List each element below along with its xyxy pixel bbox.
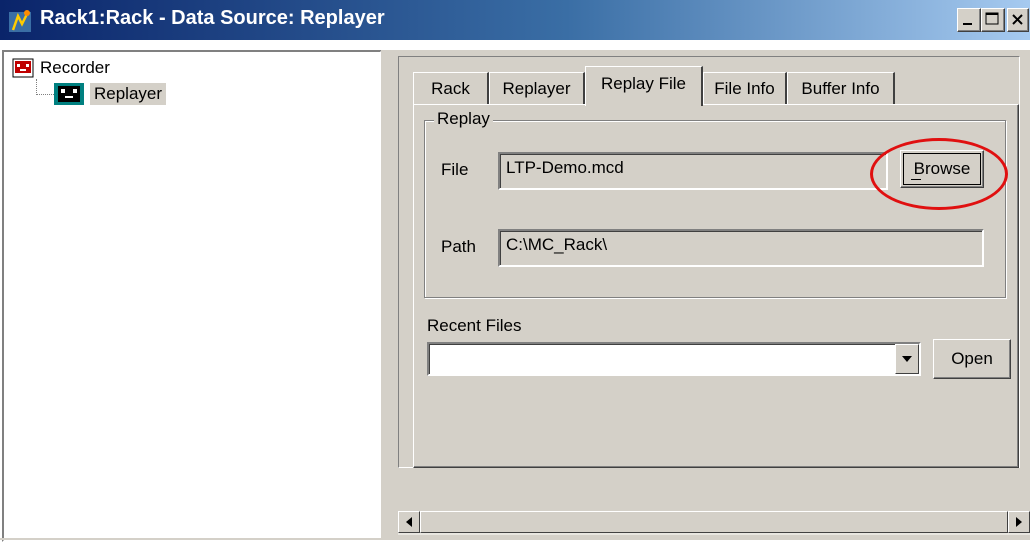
tree-item-label: Recorder xyxy=(40,58,110,77)
path-label: Path xyxy=(441,237,476,256)
app-icon xyxy=(9,10,31,32)
close-icon xyxy=(1012,14,1023,25)
horizontal-scrollbar[interactable] xyxy=(398,510,1030,535)
arrow-left-icon xyxy=(406,517,412,527)
file-field[interactable]: LTP-Demo.mcd xyxy=(498,152,888,190)
close-button[interactable] xyxy=(1007,8,1029,32)
tree-item-replayer[interactable]: Replayer xyxy=(54,83,167,105)
path-field[interactable]: C:\MC_Rack\ xyxy=(498,229,984,267)
replayer-icon xyxy=(54,83,84,105)
chevron-down-icon xyxy=(902,356,912,362)
maximize-button[interactable] xyxy=(981,8,1005,32)
open-button-label: Open xyxy=(951,349,993,368)
tab-label: Buffer Info xyxy=(801,78,880,98)
tab-label: Replayer xyxy=(502,78,571,98)
scroll-left-button[interactable] xyxy=(398,511,420,533)
tab-replay-file[interactable]: Replay File xyxy=(585,66,703,106)
replay-group-label: Replay xyxy=(434,109,493,129)
window-title: Rack1:Rack - Data Source: Replayer xyxy=(40,7,385,29)
tree-item-recorder[interactable]: Recorder xyxy=(12,58,110,78)
tab-replayer[interactable]: Replayer xyxy=(489,72,585,104)
scroll-right-button[interactable] xyxy=(1008,511,1030,533)
browse-button[interactable]: Browse xyxy=(900,150,984,188)
arrow-right-icon xyxy=(1016,517,1022,527)
open-button[interactable]: Open xyxy=(933,339,1011,379)
scroll-thumb[interactable] xyxy=(420,511,1008,533)
recent-files-combobox[interactable] xyxy=(427,342,921,376)
tree-item-label: Replayer xyxy=(90,83,167,105)
recorder-icon xyxy=(12,58,34,78)
tab-buffer-info[interactable]: Buffer Info xyxy=(787,72,895,104)
browse-button-label: Browse xyxy=(913,159,971,178)
tab-label: Rack xyxy=(431,78,470,98)
recent-files-label: Recent Files xyxy=(427,316,522,335)
dropdown-button[interactable] xyxy=(895,344,919,374)
file-label: File xyxy=(441,160,469,179)
tab-label: Replay File xyxy=(600,73,687,93)
tree-view[interactable]: Recorder Replayer xyxy=(2,50,382,542)
minimize-button[interactable] xyxy=(957,8,981,32)
replay-groupbox xyxy=(424,120,1006,298)
minimize-icon xyxy=(963,23,972,25)
pane-splitter[interactable] xyxy=(381,50,389,540)
tab-rack[interactable]: Rack xyxy=(413,72,489,104)
tab-label: File Info xyxy=(714,78,775,98)
tab-file-info[interactable]: File Info xyxy=(703,72,787,104)
mnemonic-underline xyxy=(911,179,921,180)
maximize-icon xyxy=(985,12,999,25)
tree-connector xyxy=(36,94,54,95)
tree-connector xyxy=(36,79,37,93)
